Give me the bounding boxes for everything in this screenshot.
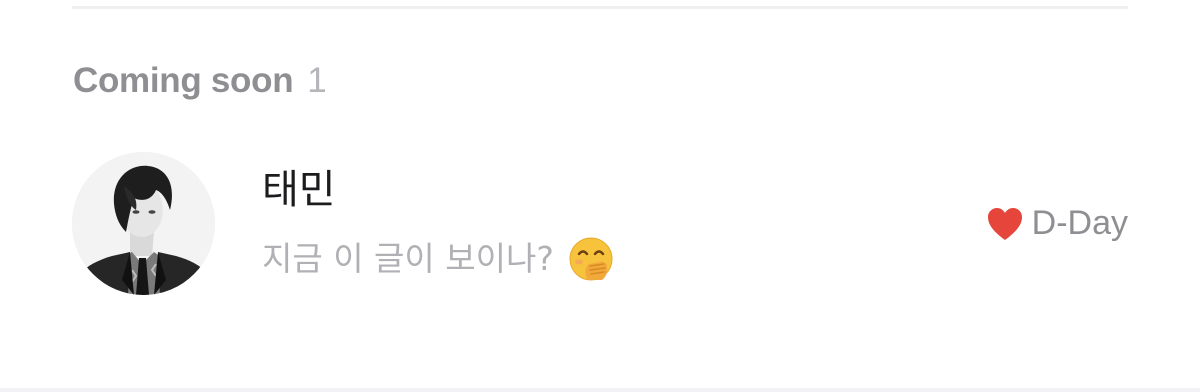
item-name: 태민 [262, 167, 336, 213]
avatar-image [72, 152, 215, 295]
list-item[interactable]: 태민 지금 이 글이 보이나? D-Day [72, 150, 1128, 296]
heart-icon [986, 206, 1024, 242]
face-with-hand-over-mouth-icon [568, 236, 614, 282]
status-text: D-Day [1031, 204, 1128, 242]
section-count: 1 [307, 61, 327, 100]
divider [72, 6, 1128, 9]
status: D-Day [986, 204, 1128, 243]
message-text: 지금 이 글이 보이나? [262, 239, 554, 278]
avatar[interactable] [72, 152, 215, 295]
section-header: Coming soon 1 [73, 56, 327, 106]
section-title: Coming soon [73, 61, 294, 100]
screen: Coming soon 1 태민 지금 이 글이 보이나? D-Day [0, 0, 1200, 392]
divider [0, 388, 1200, 392]
item-message: 지금 이 글이 보이나? [262, 236, 614, 282]
